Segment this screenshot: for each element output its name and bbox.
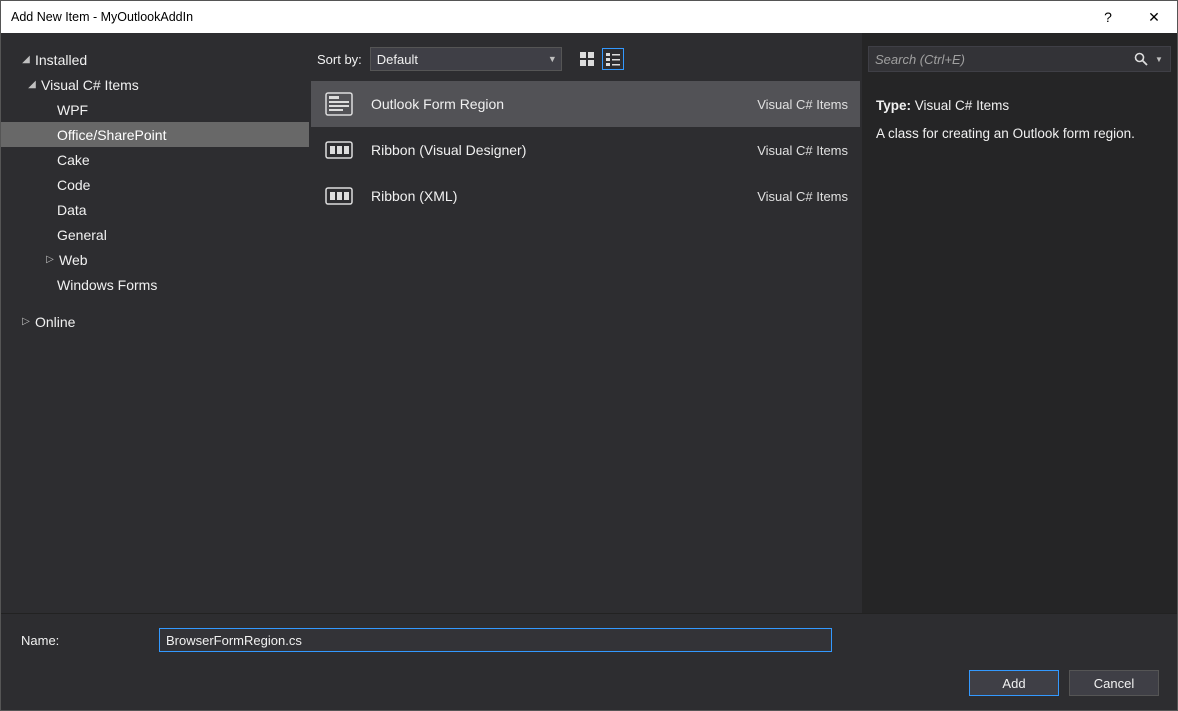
search-placeholder: Search (Ctrl+E) xyxy=(875,52,1128,67)
close-button[interactable]: ✕ xyxy=(1131,1,1177,33)
content-area: ◢ Installed ◢ Visual C# Items WPF Office… xyxy=(1,33,1177,613)
expand-icon: ▷ xyxy=(19,316,33,327)
sort-by-label: Sort by: xyxy=(317,52,362,67)
template-type: Visual C# Items xyxy=(757,97,848,112)
details-panel: Search (Ctrl+E) ▼ Type: Visual C# Items … xyxy=(862,33,1177,613)
template-name: Ribbon (Visual Designer) xyxy=(371,142,741,158)
details-icon xyxy=(606,52,620,66)
tree-node-web[interactable]: ▷ Web xyxy=(1,247,309,272)
template-name: Ribbon (XML) xyxy=(371,188,741,204)
template-ribbon-visual-designer[interactable]: Ribbon (Visual Designer) Visual C# Items xyxy=(311,127,860,173)
template-ribbon-xml[interactable]: Ribbon (XML) Visual C# Items xyxy=(311,173,860,219)
small-icons-view-button[interactable] xyxy=(576,48,598,70)
details-view-button[interactable] xyxy=(602,48,624,70)
tree-node-online[interactable]: ▷ Online xyxy=(1,309,309,334)
expand-icon: ◢ xyxy=(19,54,33,65)
category-tree: ◢ Installed ◢ Visual C# Items WPF Office… xyxy=(1,33,309,613)
ribbon-icon xyxy=(323,183,355,209)
footer: Name: Add Cancel xyxy=(1,613,1177,710)
detail-description: A class for creating an Outlook form reg… xyxy=(876,123,1163,145)
type-value: Visual C# Items xyxy=(915,98,1009,113)
template-outlook-form-region[interactable]: Outlook Form Region Visual C# Items xyxy=(311,81,860,127)
template-list: Outlook Form Region Visual C# Items Ribb… xyxy=(309,81,862,613)
chevron-down-icon: ▼ xyxy=(548,54,557,64)
titlebar: Add New Item - MyOutlookAddIn ? ✕ xyxy=(1,1,1177,33)
sort-by-dropdown[interactable]: Default ▼ xyxy=(370,47,562,71)
template-panel: Sort by: Default ▼ xyxy=(309,33,862,613)
tree-node-windows-forms[interactable]: Windows Forms xyxy=(1,272,309,297)
tree-node-installed[interactable]: ◢ Installed xyxy=(1,47,309,72)
tree-node-code[interactable]: Code xyxy=(1,172,309,197)
add-new-item-dialog: Add New Item - MyOutlookAddIn ? ✕ ◢ Inst… xyxy=(0,0,1178,711)
name-label: Name: xyxy=(21,633,141,648)
form-region-icon xyxy=(323,91,355,117)
cancel-button[interactable]: Cancel xyxy=(1069,670,1159,696)
toolbar: Sort by: Default ▼ xyxy=(309,41,862,77)
sort-by-value: Default xyxy=(377,52,418,67)
ribbon-icon xyxy=(323,137,355,163)
tree-node-visual-csharp-items[interactable]: ◢ Visual C# Items xyxy=(1,72,309,97)
chevron-down-icon[interactable]: ▼ xyxy=(1154,55,1164,64)
tree-node-data[interactable]: Data xyxy=(1,197,309,222)
detail-type-row: Type: Visual C# Items xyxy=(876,95,1163,117)
tree-node-office-sharepoint[interactable]: Office/SharePoint xyxy=(1,122,309,147)
search-icon xyxy=(1128,52,1154,66)
template-name: Outlook Form Region xyxy=(371,96,741,112)
expand-icon: ▷ xyxy=(43,254,57,265)
expand-icon: ◢ xyxy=(25,79,39,90)
search-input[interactable]: Search (Ctrl+E) ▼ xyxy=(868,46,1171,72)
template-type: Visual C# Items xyxy=(757,189,848,204)
name-input[interactable] xyxy=(159,628,832,652)
type-label: Type: xyxy=(876,98,911,113)
tree-node-wpf[interactable]: WPF xyxy=(1,97,309,122)
small-icons-icon xyxy=(580,52,594,66)
help-button[interactable]: ? xyxy=(1085,1,1131,33)
add-button[interactable]: Add xyxy=(969,670,1059,696)
window-title: Add New Item - MyOutlookAddIn xyxy=(11,10,1085,24)
tree-node-cake[interactable]: Cake xyxy=(1,147,309,172)
template-type: Visual C# Items xyxy=(757,143,848,158)
tree-node-general[interactable]: General xyxy=(1,222,309,247)
